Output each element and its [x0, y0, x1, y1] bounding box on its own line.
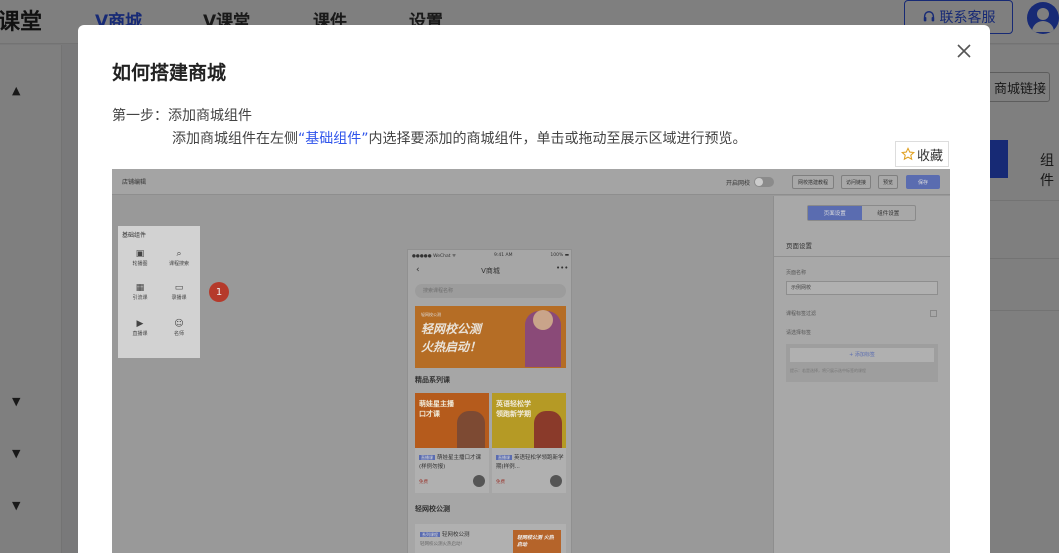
- star-icon: [900, 147, 915, 161]
- settings-header: 页面设置: [786, 242, 812, 250]
- settings-tabs: 页面设置 组件设置: [807, 205, 916, 221]
- live-icon: ▶: [136, 319, 144, 329]
- add-tag-button: + 添加标签: [790, 348, 934, 362]
- phone-banner: 轻网校公测 轻网校公测 火热启动！: [415, 306, 566, 368]
- section-title: 精品系列课: [415, 376, 450, 384]
- filter-checkbox: [930, 310, 937, 317]
- section-title: 轻网校公测: [415, 505, 450, 513]
- save-button: 保存: [906, 175, 940, 189]
- banner-figure-head: [533, 310, 553, 330]
- tab-page-settings: 页面设置: [808, 206, 862, 220]
- image-icon: ▣: [135, 249, 145, 259]
- school-toggle: [754, 177, 774, 187]
- filter-label: 课程标签过滤: [786, 311, 817, 317]
- step-desc-highlight: “基础组件”: [298, 131, 369, 147]
- teacher-avatar: [473, 475, 485, 487]
- tag-hint: 提示：若是选择，将只展示选中标签的课程: [790, 368, 866, 373]
- tutorial-screenshot: 店铺编辑 开启网校 网校搭建教程 访问链接 预览 保存 基础组件 ▣ 轮播图 ⌕ 课…: [112, 169, 950, 553]
- step-desc-pre: 添加商城组件在左侧: [172, 131, 298, 147]
- component-teacher: ☺ 名师: [162, 318, 196, 344]
- editor-canvas: 基础组件 ▣ 轮播图 ⌕ 课程搜索 ▦ 引流课 ▭ 录播课 ▶ 直播课 ☺ 名师 1 ●●●…: [112, 196, 772, 553]
- component-carousel: ▣ 轮播图: [123, 248, 157, 274]
- more-icon: •••: [556, 264, 569, 272]
- phone-nav-title: V商城: [481, 267, 500, 275]
- step-desc-post: 内选择要添加的商城组件，单击或拖动至展示区域进行预览。: [368, 131, 747, 147]
- help-modal: 如何搭建商城 第一步：添加商城组件 添加商城组件在左侧“基础组件”内选择要添加的…: [78, 25, 990, 553]
- close-button[interactable]: [955, 42, 973, 60]
- divider: [774, 256, 950, 257]
- component-panel-header: 基础组件: [122, 232, 147, 239]
- course-card: 英语轻松学 领跑新学期 直播课 英语轻松学领跑新学期(样例... 免费: [492, 393, 566, 493]
- component-course-search: ⌕ 课程搜索: [162, 248, 196, 274]
- page-name-input: 示例网校: [786, 281, 938, 295]
- teacher-icon: ☺: [174, 319, 184, 329]
- editor-title: 店铺编辑: [122, 179, 147, 186]
- close-icon: [957, 44, 971, 58]
- phone-status-bar: ●●●●● WeChat ᯤ 9:41 AM 100% ▬: [412, 253, 569, 259]
- favorite-button[interactable]: 收藏: [895, 141, 949, 167]
- favorite-label: 收藏: [916, 148, 943, 164]
- step-description: 添加商城组件在左侧“基础组件”内选择要添加的商城组件，单击或拖动至展示区域进行预…: [172, 128, 747, 148]
- component-recorded-course: ▭ 录播课: [162, 282, 196, 308]
- phone-preview: ●●●●● WeChat ᯤ 9:41 AM 100% ▬ ‹ V商城 ••• …: [407, 249, 572, 553]
- grid-icon: ▦: [135, 283, 145, 293]
- settings-panel: 页面设置 组件设置 页面设置 页面名称 示例网校 课程标签过滤 请选择标签 + …: [773, 196, 950, 553]
- tab-component-settings: 组件设置: [877, 211, 900, 217]
- tutorial-button: 网校搭建教程: [792, 175, 834, 189]
- visit-link-button: 访问链接: [841, 175, 871, 189]
- phone-search-bar: 搜索课程名称: [415, 284, 566, 298]
- step-badge: 1: [209, 282, 229, 302]
- step-title: 第一步：添加商城组件: [112, 108, 252, 124]
- modal-title: 如何搭建商城: [112, 62, 227, 84]
- component-live-course: ▶ 直播课: [123, 318, 157, 344]
- series-course-item: 系列课程 轻网校公测 轻网校公测火热启动! 轻网校公测 火热启动: [415, 524, 566, 553]
- toggle-label: 开启网校: [726, 180, 751, 187]
- preview-button: 预览: [878, 175, 898, 189]
- page-name-label: 页面名称: [786, 270, 807, 276]
- course-card: 萌娃星主播 口才课 直播课 萌娃星主播口才课(样例勿报) 免费: [415, 393, 489, 493]
- search-icon: ⌕: [176, 249, 182, 259]
- tag-label: 请选择标签: [786, 330, 812, 336]
- editor-topbar: 店铺编辑 开启网校 网校搭建教程 访问链接 预览 保存: [112, 169, 950, 195]
- component-lead-course: ▦ 引流课: [123, 282, 157, 308]
- video-icon: ▭: [174, 283, 184, 293]
- tag-box: + 添加标签 提示：若是选择，将只展示选中标签的课程: [786, 344, 938, 382]
- component-panel: 基础组件 ▣ 轮播图 ⌕ 课程搜索 ▦ 引流课 ▭ 录播课 ▶ 直播课 ☺ 名师: [118, 226, 200, 358]
- teacher-avatar: [550, 475, 562, 487]
